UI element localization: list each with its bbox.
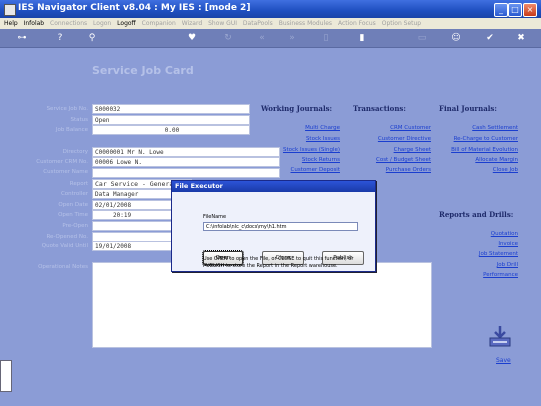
search-icon[interactable]: ⚲: [86, 32, 98, 44]
transactions-heading: Transactions:: [353, 104, 406, 113]
cancel-icon[interactable]: ✖: [515, 32, 527, 44]
trash-icon[interactable]: ▮: [356, 32, 368, 44]
file-executor-dialog: File Executor FileName C:\infolab\nlc_c\…: [171, 180, 376, 272]
minimize-button[interactable]: _: [494, 3, 508, 17]
label-operational-notes: Operational Notes: [38, 264, 88, 270]
menu-datapools[interactable]: DataPools: [243, 18, 273, 29]
label-status: Status: [70, 117, 88, 123]
menu-option-setup[interactable]: Option Setup: [382, 18, 421, 29]
controller-field[interactable]: Data Manager: [92, 189, 172, 199]
directory-field[interactable]: C0000001 Mr N. Lowe: [92, 147, 280, 157]
menu-logoff[interactable]: Logoff: [117, 18, 136, 29]
link-cost-budget-sheet[interactable]: Cost / Budget Sheet: [350, 157, 431, 163]
toolbar: ⊶ ? ⚲ ♥ ↻ « » ▯ ▮ ▭ ☺ ✔ ✖: [0, 29, 541, 48]
print-icon[interactable]: ▭: [416, 32, 428, 44]
label-open-date: Open Date: [58, 202, 88, 208]
refresh-icon[interactable]: ↻: [222, 32, 234, 44]
document-icon[interactable]: ▯: [320, 32, 332, 44]
menu-business-modules[interactable]: Business Modules: [279, 18, 332, 29]
link-stock-issues[interactable]: Stock Issues: [260, 136, 340, 142]
link-stock-returns[interactable]: Stock Returns: [260, 157, 340, 163]
check-icon[interactable]: ✔: [484, 32, 496, 44]
open-time-field[interactable]: 20:19: [92, 210, 172, 220]
maximize-button[interactable]: □: [508, 3, 522, 17]
menu-connections[interactable]: Connections: [50, 18, 87, 29]
title-bar: IES Navigator Client v8.04 : My IES : [m…: [0, 0, 541, 18]
link-customer-directive[interactable]: Customer Directive: [350, 136, 431, 142]
filename-input[interactable]: C:\infolab\nlc_c\docs\my\h1.htm: [203, 222, 358, 231]
link-quotation[interactable]: Quotation: [430, 231, 518, 237]
link-job-drill[interactable]: Job Drill: [430, 262, 518, 268]
dialog-hint-line-1: Use OPEN to open the File, or CLOSE to q…: [203, 256, 354, 262]
link-cash-settlement[interactable]: Cash Settlement: [430, 125, 518, 131]
link-invoice[interactable]: Invoice: [430, 241, 518, 247]
label-re-opened-no: Re-Opened No.: [46, 234, 88, 240]
menu-infolab[interactable]: Infolab: [24, 18, 45, 29]
status-field[interactable]: Open: [92, 115, 250, 125]
window-title: IES Navigator Client v8.04 : My IES : [m…: [18, 3, 251, 13]
dialog-hint: Use OPEN to open the File, or CLOSE to q…: [203, 256, 393, 270]
key-icon[interactable]: ⊶: [10, 32, 34, 44]
back-icon[interactable]: «: [256, 32, 268, 44]
menu-wizard[interactable]: Wizard: [182, 18, 202, 29]
link-job-statement[interactable]: Job Statement: [430, 251, 518, 257]
link-crm-customer[interactable]: CRM Customer: [350, 125, 431, 131]
operational-notes-field[interactable]: [92, 262, 432, 348]
label-customer-name: Customer Name: [43, 169, 88, 175]
final-journals-heading: Final Journals:: [439, 104, 497, 113]
label-controller: Controller: [60, 191, 88, 197]
link-performance[interactable]: Performance: [430, 272, 518, 278]
menu-bar: Help Infolab Connections Logon Logoff Co…: [0, 18, 541, 29]
label-customer-crm-no: Customer CRM No.: [36, 159, 88, 165]
heart-icon[interactable]: ♥: [186, 32, 198, 44]
pre-open-field[interactable]: [92, 221, 172, 231]
link-charge-sheet[interactable]: Charge Sheet: [350, 147, 431, 153]
menu-action-focus[interactable]: Action Focus: [338, 18, 376, 29]
side-panel-tab[interactable]: [0, 360, 12, 392]
forward-icon[interactable]: »: [286, 32, 298, 44]
menu-show-gui[interactable]: Show GUI: [208, 18, 237, 29]
user-icon[interactable]: ☺: [450, 32, 462, 44]
filename-label: FileName: [203, 214, 227, 220]
help-icon[interactable]: ?: [54, 32, 66, 44]
link-allocate-margin[interactable]: Allocate Margin: [430, 157, 518, 163]
label-report: Report: [69, 181, 88, 187]
app-icon: [4, 4, 16, 16]
link-purchase-orders[interactable]: Purchase Orders: [350, 167, 431, 173]
link-stock-issues-single[interactable]: Stock Issues (Single): [260, 147, 340, 153]
menu-help[interactable]: Help: [4, 18, 18, 29]
job-balance-field[interactable]: 0.00: [92, 125, 250, 135]
label-job-balance: Job Balance: [55, 127, 88, 133]
app-window: IES Navigator Client v8.04 : My IES : [m…: [0, 0, 541, 406]
label-quote-valid-until: Quote Valid Until: [41, 243, 88, 249]
reports-and-drills-heading: Reports and Drills:: [439, 210, 514, 219]
dialog-title: File Executor: [172, 181, 375, 192]
link-customer-deposit[interactable]: Customer Deposit: [260, 167, 341, 173]
open-date-field[interactable]: 02/01/2008: [92, 200, 172, 210]
working-journals-heading: Working Journals:: [261, 104, 333, 113]
save-link[interactable]: Save: [496, 357, 511, 364]
label-service-job-no: Service Job No.: [46, 106, 88, 112]
link-bill-of-material-evolution[interactable]: Bill of Material Evolution: [430, 147, 518, 153]
customer-name-field[interactable]: [92, 168, 280, 178]
label-directory: Directory: [62, 149, 88, 155]
form-title: Service Job Card: [92, 64, 194, 77]
label-open-time: Open Time: [58, 212, 88, 218]
link-multi-charge[interactable]: Multi Charge: [260, 125, 340, 131]
save-icon[interactable]: [487, 324, 513, 348]
menu-companion[interactable]: Companion: [142, 18, 176, 29]
customer-crm-no-field[interactable]: 00006 Lowe N.: [92, 157, 280, 167]
label-pre-open: Pre-Open: [62, 223, 88, 229]
service-job-no-field[interactable]: S000032: [92, 104, 250, 114]
link-re-charge-to-customer[interactable]: Re-Charge to Customer: [430, 136, 518, 142]
link-close-job[interactable]: Close Job: [430, 167, 518, 173]
menu-logon[interactable]: Logon: [93, 18, 111, 29]
quote-valid-until-field[interactable]: 19/01/2008: [92, 241, 172, 251]
dialog-hint-line-2: PUBLISH to store the Report in the Repor…: [203, 263, 338, 269]
close-button[interactable]: ×: [523, 3, 537, 17]
